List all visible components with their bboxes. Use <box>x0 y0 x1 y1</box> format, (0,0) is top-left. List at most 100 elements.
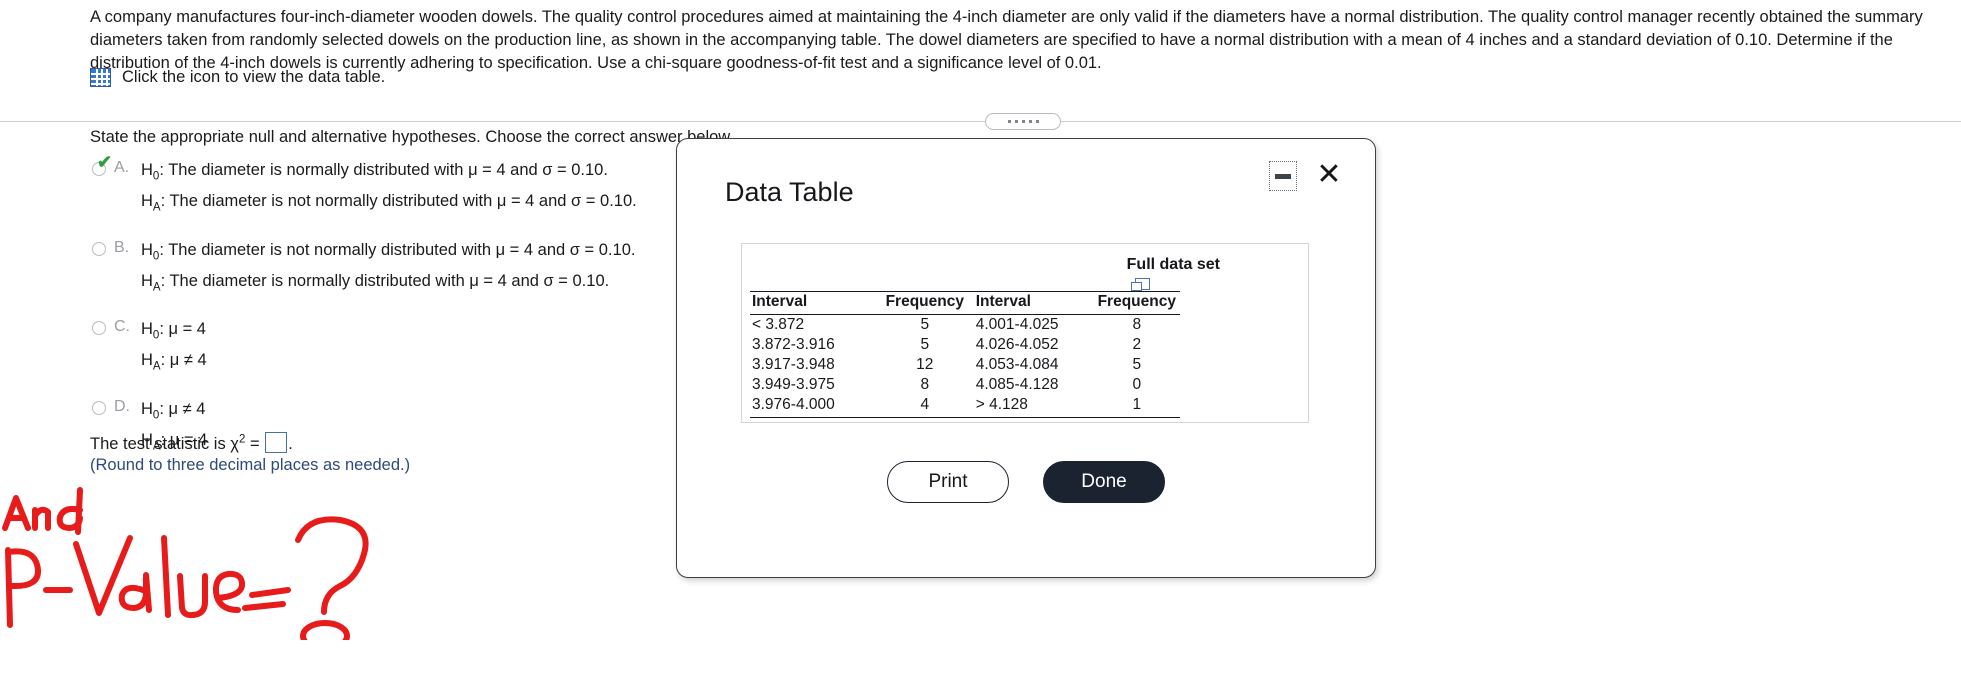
choice-letter-c: C. <box>114 318 130 336</box>
cell-frequency-1: 5 <box>920 336 930 353</box>
h-symbol: H <box>141 192 153 211</box>
dialog-title: Data Table <box>725 177 854 207</box>
null-hypothesis-c: H0: μ = 4 <box>141 320 206 341</box>
h-subscript: A <box>152 360 161 373</box>
answer-choice-list: ✔ A. H0: The diameter is normally distri… <box>92 153 732 476</box>
view-data-table-label: Click the icon to view the data table. <box>122 68 386 86</box>
null-hypothesis-b: H0: The diameter is not normally distrib… <box>141 240 636 262</box>
handwritten-annotation <box>2 487 369 640</box>
h-symbol: H <box>141 399 153 418</box>
table-row: 3.872-3.916 5 4.026-4.052 2 <box>750 335 1180 355</box>
section-divider <box>0 113 1961 130</box>
cell-frequency-2: 1 <box>1095 395 1180 418</box>
table-row: 3.949-3.975 8 4.085-4.128 0 <box>750 375 1180 395</box>
table-row: 3.917-3.948 12 4.053-4.084 5 <box>750 355 1180 375</box>
cell-frequency-2: 0 <box>1132 376 1142 393</box>
choice-letter-b: B. <box>114 238 130 256</box>
alt-hypothesis-b: HA: The diameter is normally distributed… <box>141 271 610 294</box>
data-table-frame: Full data set Interval Frequency Interva… <box>741 243 1309 423</box>
print-button[interactable]: Print <box>887 461 1009 503</box>
choice-letter-d: D. <box>114 397 130 415</box>
cell-interval-2: 4.026-4.052 <box>975 336 1059 353</box>
table-header-row: Interval Frequency Interval Frequency <box>750 291 1180 315</box>
problem-statement: A company manufactures four-inch-diamete… <box>90 6 1955 75</box>
divider-rule <box>0 121 1961 122</box>
cell-frequency-2: 8 <box>1132 316 1142 333</box>
data-table-dialog: Data Table ✕ Full data set Interval Freq… <box>676 138 1376 578</box>
h-symbol: H <box>141 240 153 259</box>
minimize-bar <box>1275 173 1291 179</box>
cell-interval-1: 3.917-3.948 <box>752 356 835 373</box>
column-header-interval-2: Interval <box>973 291 1096 315</box>
cell-interval-1: < 3.872 <box>752 316 805 333</box>
full-data-set-label: Full data set <box>1126 256 1220 273</box>
cell-interval-2: 4.085-4.128 <box>975 376 1059 393</box>
alt-text: : The diameter is normally distributed w… <box>160 271 610 290</box>
duplicate-window-icon[interactable] <box>1130 278 1150 291</box>
minimize-icon[interactable] <box>1269 161 1297 191</box>
alt-hypothesis-a: HA: The diameter is not normally distrib… <box>141 192 637 213</box>
answer-choice-a[interactable]: ✔ A. H0: The diameter is normally distri… <box>92 153 732 221</box>
cell-frequency-2: 2 <box>1132 336 1142 353</box>
cell-interval-2: 4.001-4.025 <box>975 316 1059 333</box>
choice-body-c: H0: μ = 4 HA: μ ≠ 4 <box>141 317 207 380</box>
cell-interval-1: 3.949-3.975 <box>752 376 835 393</box>
cell-interval-2: > 4.128 <box>973 395 1096 418</box>
problem-text: A company manufactures four-inch-diamete… <box>90 8 1923 72</box>
null-text: : The diameter is not normally distribut… <box>159 240 636 259</box>
h-subscript: A <box>152 281 161 294</box>
answer-choice-c[interactable]: C. H0: μ = 4 HA: μ ≠ 4 <box>92 317 732 380</box>
table-row: 3.976-4.000 4 > 4.128 1 <box>750 395 1180 418</box>
cell-interval-2: 4.053-4.084 <box>975 356 1059 373</box>
alt-text: : The diameter is not normally distribut… <box>160 192 637 211</box>
handle-dot <box>1007 120 1011 123</box>
chi-symbol: χ <box>230 435 239 453</box>
dialog-button-row: Print Done <box>677 461 1375 503</box>
choice-body-a: H0: The diameter is normally distributed… <box>141 158 637 221</box>
null-text: : The diameter is normally distributed w… <box>159 161 608 179</box>
question-prompt: State the appropriate null and alternati… <box>90 128 734 146</box>
table-row: < 3.872 5 4.001-4.025 8 <box>750 315 1180 336</box>
handle-dot <box>1028 120 1032 123</box>
handle-dot <box>1014 120 1018 123</box>
full-data-set-label-group: Full data set <box>1126 256 1220 291</box>
test-statistic-line: The test statistic is χ2 = . <box>90 432 293 454</box>
answer-choice-b[interactable]: B. H0: The diameter is not normally dist… <box>92 238 732 301</box>
done-button[interactable]: Done <box>1043 461 1165 503</box>
column-header-frequency-2: Frequency <box>1095 291 1180 315</box>
radio-button-b[interactable] <box>92 241 106 256</box>
h-symbol: H <box>141 161 153 179</box>
cell-frequency-1: 12 <box>916 356 934 373</box>
cell-frequency-1: 5 <box>920 316 930 333</box>
cell-frequency-1: 4 <box>877 395 974 418</box>
choice-body-b: H0: The diameter is not normally distrib… <box>141 238 635 301</box>
period: . <box>288 435 293 453</box>
choice-letter-a: A. <box>114 159 130 176</box>
column-header-interval-1: Interval <box>750 291 878 315</box>
h-symbol: H <box>141 351 153 370</box>
radio-button-a[interactable] <box>92 162 106 176</box>
h-symbol: H <box>141 320 153 339</box>
handle-dot <box>1021 120 1025 123</box>
frequency-table: Interval Frequency Interval Frequency < … <box>750 291 1180 418</box>
h-subscript: A <box>152 201 161 214</box>
cell-interval-1: 3.976-4.000 <box>750 395 878 418</box>
cell-frequency-2: 5 <box>1132 356 1142 373</box>
worksheet-page: A company manufactures four-inch-diamete… <box>0 0 1961 677</box>
null-text: : μ ≠ 4 <box>159 399 206 418</box>
null-hypothesis-d: H0: μ ≠ 4 <box>141 399 206 421</box>
view-data-table-link[interactable]: Click the icon to view the data table. <box>90 68 385 87</box>
null-hypothesis-a: H0: The diameter is normally distributed… <box>141 161 608 182</box>
equals-sign: = <box>245 435 265 453</box>
grid-table-icon[interactable] <box>90 68 111 87</box>
radio-button-c[interactable] <box>92 321 106 336</box>
test-statistic-input[interactable] <box>265 432 288 453</box>
drag-handle[interactable] <box>985 113 1061 130</box>
close-icon[interactable]: ✕ <box>1313 159 1345 191</box>
radio-button-d[interactable] <box>92 400 106 415</box>
alt-hypothesis-c: HA: μ ≠ 4 <box>141 351 207 372</box>
handle-dot <box>1035 120 1039 123</box>
alt-text: : μ ≠ 4 <box>160 351 207 370</box>
cell-frequency-1: 8 <box>920 376 930 393</box>
null-text: : μ = 4 <box>159 320 206 339</box>
